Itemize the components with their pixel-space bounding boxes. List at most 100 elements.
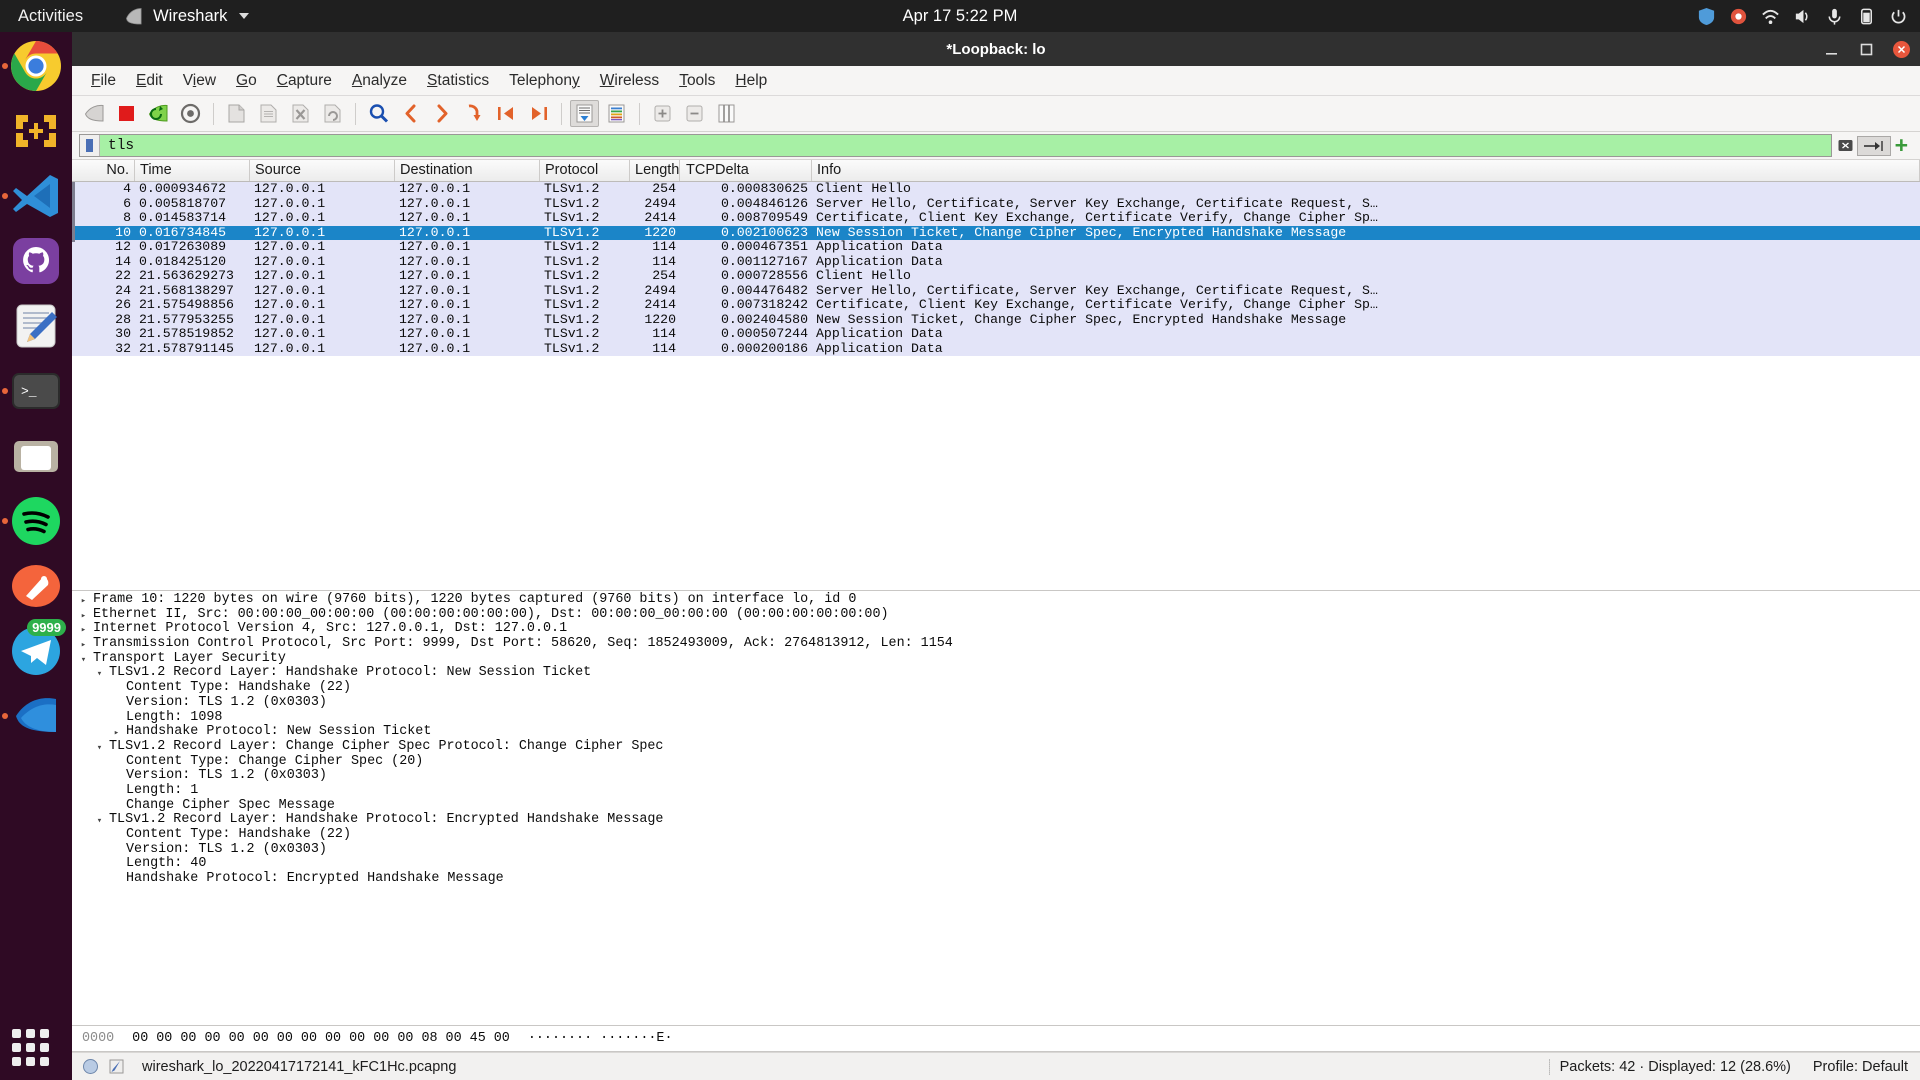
column-header-time[interactable]: Time bbox=[135, 160, 250, 181]
packet-row[interactable]: 60.005818707127.0.0.1127.0.0.1TLSv1.2249… bbox=[72, 197, 1920, 212]
dock-item-files[interactable] bbox=[10, 430, 62, 482]
packet-list-pane[interactable]: No. Time Source Destination Protocol Len… bbox=[72, 160, 1920, 591]
detail-row[interactable]: Ethernet II, Src: 00:00:00_00:00:00 (00:… bbox=[72, 608, 1920, 623]
close-button[interactable] bbox=[1893, 41, 1910, 58]
packet-details-pane[interactable]: Frame 10: 1220 bytes on wire (9760 bits)… bbox=[72, 591, 1920, 1026]
power-icon[interactable] bbox=[1889, 7, 1908, 26]
menu-capture[interactable]: Capture bbox=[268, 69, 341, 93]
detail-row[interactable]: Internet Protocol Version 4, Src: 127.0.… bbox=[72, 622, 1920, 637]
display-filter-input[interactable]: tls bbox=[79, 134, 1832, 157]
packet-bytes-pane[interactable]: 0000 00 00 00 00 00 00 00 00 00 00 00 00… bbox=[72, 1026, 1920, 1052]
detail-row[interactable]: Frame 10: 1220 bytes on wire (9760 bits)… bbox=[72, 593, 1920, 608]
menu-file[interactable]: FFileile bbox=[82, 69, 125, 93]
detail-row[interactable]: Handshake Protocol: Encrypted Handshake … bbox=[72, 872, 1920, 887]
battery-icon[interactable] bbox=[1857, 7, 1876, 26]
dock-item-text-editor[interactable] bbox=[10, 300, 62, 352]
stop-capture-icon[interactable] bbox=[112, 100, 141, 127]
packet-row[interactable]: 120.017263089127.0.0.1127.0.0.1TLSv1.211… bbox=[72, 240, 1920, 255]
detail-row[interactable]: Handshake Protocol: New Session Ticket bbox=[72, 725, 1920, 740]
packet-row[interactable]: 100.016734845127.0.0.1127.0.0.1TLSv1.212… bbox=[72, 226, 1920, 241]
app-menu-wireshark[interactable]: Wireshark bbox=[125, 7, 249, 26]
dock-item-rocket[interactable] bbox=[10, 560, 62, 612]
dock-item-obs-studio[interactable] bbox=[10, 105, 62, 157]
dock-item-spotify[interactable] bbox=[10, 495, 62, 547]
column-header-protocol[interactable]: Protocol bbox=[540, 160, 630, 181]
open-file-icon[interactable] bbox=[222, 100, 251, 127]
packet-list-rows[interactable]: 40.000934672127.0.0.1127.0.0.1TLSv1.2254… bbox=[72, 182, 1920, 590]
packet-row[interactable]: 140.018425120127.0.0.1127.0.0.1TLSv1.211… bbox=[72, 255, 1920, 270]
colorize-icon[interactable] bbox=[602, 100, 631, 127]
dock-item-vscode[interactable] bbox=[10, 170, 62, 222]
zoom-out-icon[interactable] bbox=[680, 100, 709, 127]
dock-item-telegram[interactable]: 9999 bbox=[10, 625, 62, 677]
network-icon[interactable] bbox=[1761, 7, 1780, 26]
go-last-packet-icon[interactable] bbox=[524, 100, 553, 127]
capture-status-icon[interactable] bbox=[82, 1058, 99, 1075]
packet-row[interactable]: 2221.563629273127.0.0.1127.0.0.1TLSv1.22… bbox=[72, 269, 1920, 284]
detail-row[interactable]: Version: TLS 1.2 (0x0303) bbox=[72, 843, 1920, 858]
packet-row[interactable]: 2621.575498856127.0.0.1127.0.0.1TLSv1.22… bbox=[72, 298, 1920, 313]
detail-row[interactable]: Length: 1098 bbox=[72, 711, 1920, 726]
chevron-down-icon[interactable] bbox=[78, 653, 89, 668]
go-first-packet-icon[interactable] bbox=[492, 100, 521, 127]
chevron-down-icon[interactable] bbox=[94, 741, 105, 756]
start-capture-icon[interactable] bbox=[80, 100, 109, 127]
activities-button[interactable]: Activities bbox=[0, 7, 97, 26]
chevron-down-icon[interactable] bbox=[94, 814, 105, 829]
packet-row[interactable]: 40.000934672127.0.0.1127.0.0.1TLSv1.2254… bbox=[72, 182, 1920, 197]
detail-row[interactable]: Version: TLS 1.2 (0x0303) bbox=[72, 696, 1920, 711]
go-to-packet-icon[interactable] bbox=[460, 100, 489, 127]
microphone-icon[interactable] bbox=[1825, 7, 1844, 26]
column-header-no[interactable]: No. bbox=[72, 160, 135, 181]
save-file-icon[interactable] bbox=[254, 100, 283, 127]
chevron-right-icon[interactable] bbox=[78, 623, 89, 638]
detail-row[interactable]: Content Type: Change Cipher Spec (20) bbox=[72, 755, 1920, 770]
chevron-right-icon[interactable] bbox=[111, 726, 122, 741]
detail-row[interactable]: Length: 1 bbox=[72, 784, 1920, 799]
detail-row[interactable]: TLSv1.2 Record Layer: Change Cipher Spec… bbox=[72, 740, 1920, 755]
dock-item-wireshark[interactable] bbox=[10, 690, 62, 742]
zoom-in-icon[interactable] bbox=[648, 100, 677, 127]
detail-row[interactable]: TLSv1.2 Record Layer: Handshake Protocol… bbox=[72, 813, 1920, 828]
menu-view[interactable]: View bbox=[174, 69, 225, 93]
menu-edit[interactable]: Edit bbox=[127, 69, 172, 93]
chevron-right-icon[interactable] bbox=[78, 594, 89, 609]
detail-row[interactable]: Content Type: Handshake (22) bbox=[72, 828, 1920, 843]
dock-item-google-chrome[interactable] bbox=[10, 40, 62, 92]
reload-file-icon[interactable] bbox=[318, 100, 347, 127]
resize-columns-icon[interactable] bbox=[712, 100, 741, 127]
autoscroll-icon[interactable] bbox=[570, 100, 599, 127]
chevron-down-icon[interactable] bbox=[94, 667, 105, 682]
column-header-info[interactable]: Info bbox=[812, 160, 1920, 181]
menu-analyze[interactable]: Analyze bbox=[343, 69, 416, 93]
menu-go[interactable]: Go bbox=[227, 69, 266, 93]
menu-telephony[interactable]: Telephony bbox=[500, 69, 589, 93]
detail-row[interactable]: Length: 40 bbox=[72, 857, 1920, 872]
packet-row[interactable]: 2421.568138297127.0.0.1127.0.0.1TLSv1.22… bbox=[72, 284, 1920, 299]
dock-item-terminal[interactable]: >_ bbox=[10, 365, 62, 417]
packet-row[interactable]: 2821.577953255127.0.0.1127.0.0.1TLSv1.21… bbox=[72, 313, 1920, 328]
apply-filter-icon[interactable] bbox=[1857, 136, 1891, 156]
column-header-destination[interactable]: Destination bbox=[395, 160, 540, 181]
profile-label[interactable]: Profile: Default bbox=[1813, 1059, 1908, 1075]
record-icon[interactable] bbox=[1729, 7, 1748, 26]
packet-row[interactable]: 80.014583714127.0.0.1127.0.0.1TLSv1.2241… bbox=[72, 211, 1920, 226]
find-packet-icon[interactable] bbox=[364, 100, 393, 127]
detail-row[interactable]: Version: TLS 1.2 (0x0303) bbox=[72, 769, 1920, 784]
volume-icon[interactable] bbox=[1793, 7, 1812, 26]
column-header-tcpdelta[interactable]: TCPDelta bbox=[680, 160, 812, 181]
go-back-icon[interactable] bbox=[396, 100, 425, 127]
bookmark-icon[interactable] bbox=[80, 135, 100, 156]
add-filter-button-icon[interactable]: + bbox=[1891, 132, 1916, 159]
show-applications-button[interactable] bbox=[12, 1029, 49, 1066]
minimize-button[interactable] bbox=[1823, 41, 1840, 58]
column-header-source[interactable]: Source bbox=[250, 160, 395, 181]
detail-row[interactable]: Transport Layer Security bbox=[72, 652, 1920, 667]
menu-tools[interactable]: Tools bbox=[670, 69, 724, 93]
menu-wireless[interactable]: Wireless bbox=[591, 69, 668, 93]
detail-row[interactable]: Transmission Control Protocol, Src Port:… bbox=[72, 637, 1920, 652]
shield-icon[interactable] bbox=[1697, 7, 1716, 26]
clear-filter-icon[interactable] bbox=[1835, 135, 1857, 156]
close-file-icon[interactable] bbox=[286, 100, 315, 127]
capture-options-icon[interactable] bbox=[176, 100, 205, 127]
